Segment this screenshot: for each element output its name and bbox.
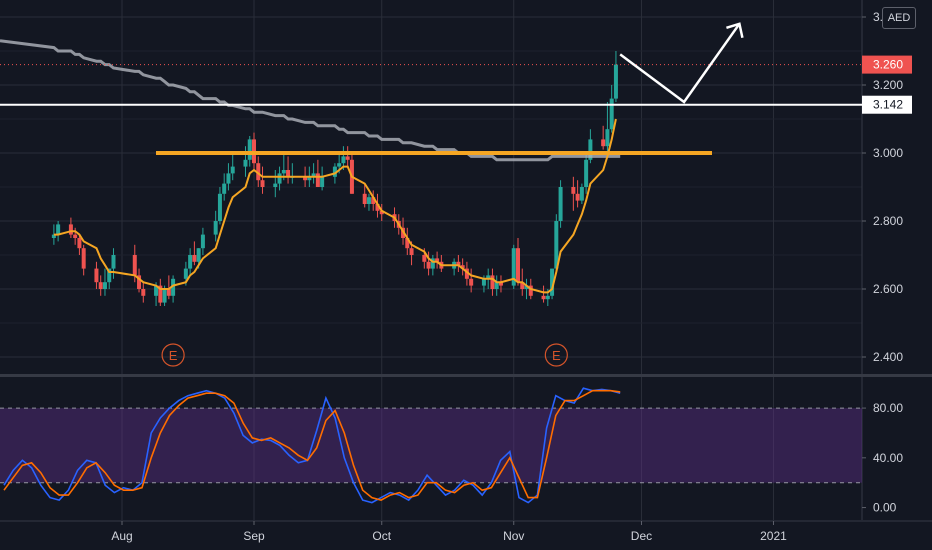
candle-body <box>94 268 99 283</box>
candle-body <box>162 289 167 303</box>
oscillator-axis-label: 80.00 <box>873 401 903 415</box>
candle-body <box>584 159 589 187</box>
candle-body <box>213 221 218 235</box>
candle-body <box>409 248 414 255</box>
candle-body <box>192 255 197 262</box>
candle-body <box>277 173 282 184</box>
price-axis-label: 3.000 <box>873 146 903 160</box>
price-tag-label: 3.142 <box>873 98 903 112</box>
candle-body <box>320 176 325 187</box>
time-axis-label: Aug <box>111 529 132 543</box>
candle-body <box>196 248 201 262</box>
candle-body <box>315 173 320 187</box>
candle-body <box>81 248 86 269</box>
candle-body <box>217 193 222 221</box>
earnings-letter: E <box>552 348 561 363</box>
candle-body <box>166 289 171 296</box>
time-axis-label: Dec <box>631 529 652 543</box>
price-tag-label: 3.260 <box>873 58 903 72</box>
candle-body <box>132 255 137 276</box>
oscillator-axis-label: 0.00 <box>873 501 897 515</box>
price-axis-label: 2.800 <box>873 214 903 228</box>
candle-body <box>545 295 550 300</box>
oscillator-band <box>0 408 862 483</box>
time-axis-label: Sep <box>243 529 265 543</box>
time-axis-label: Nov <box>503 529 524 543</box>
candle-body <box>345 156 350 160</box>
candle-body <box>183 268 188 279</box>
candle-body <box>422 255 427 262</box>
candle-body <box>111 255 116 269</box>
candle-body <box>541 295 546 300</box>
candle-body <box>243 159 248 167</box>
candle-body <box>579 187 584 201</box>
candle-body <box>609 98 614 130</box>
candle-body <box>341 156 346 164</box>
candle-body <box>141 289 146 296</box>
candle-body <box>260 180 265 187</box>
price-axis-label: 2.400 <box>873 350 903 364</box>
candle-body <box>68 224 73 235</box>
candle-body <box>516 248 520 283</box>
candle-body <box>426 261 431 269</box>
price-axis-label: 2.600 <box>873 282 903 296</box>
last-price-tag: 3.260 <box>862 55 912 74</box>
candle-body <box>286 170 291 177</box>
candle-body <box>226 173 231 184</box>
candle-body <box>605 129 610 147</box>
candle-body <box>494 282 499 289</box>
trading-chart[interactable]: EE 3.4003.2003.0002.8002.6002.40080.0040… <box>0 0 932 550</box>
candle-body <box>98 282 103 289</box>
candle-body <box>222 183 227 194</box>
candle-body <box>56 224 61 235</box>
candle-body <box>362 193 367 204</box>
candle-body <box>575 193 580 201</box>
time-axis-label: Oct <box>372 529 391 543</box>
candle-body <box>490 275 495 289</box>
candle-body <box>247 139 252 160</box>
candle-body <box>281 170 286 174</box>
earnings-letter: E <box>169 348 178 363</box>
price-axis-label: 3.200 <box>873 78 903 92</box>
candle-body <box>601 139 606 147</box>
candle-body <box>366 197 371 204</box>
candle-body <box>200 234 205 249</box>
candle-body <box>77 238 82 249</box>
candle-body <box>558 187 563 221</box>
time-axis-label: 2021 <box>760 529 787 543</box>
candle-body <box>273 183 278 187</box>
candle-body <box>571 187 576 194</box>
candle-body <box>188 255 193 269</box>
candle-body <box>613 64 618 99</box>
support-price-tag: 3.142 <box>862 95 912 114</box>
candle-body <box>230 166 235 174</box>
candle-body <box>337 163 342 167</box>
candle-body <box>102 282 107 289</box>
candle-body <box>469 278 474 286</box>
currency-label[interactable]: AED <box>882 7 916 29</box>
oscillator-axis-label: 40.00 <box>873 451 903 465</box>
candle-body <box>73 234 78 238</box>
candle-body <box>481 278 486 286</box>
